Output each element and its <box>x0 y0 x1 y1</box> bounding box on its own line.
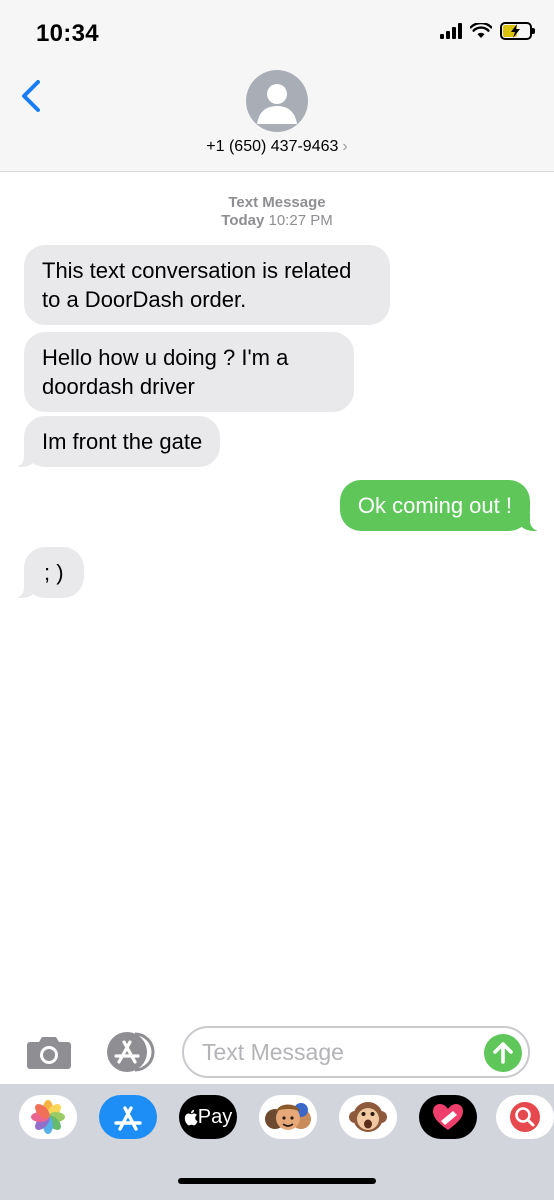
timestamp-day: Today <box>221 212 265 229</box>
conversation-header: 10:34 +1 (650) 437-9463 › <box>0 0 554 172</box>
send-button[interactable] <box>484 1034 522 1072</box>
search-images-icon[interactable] <box>496 1095 554 1139</box>
arrow-up-icon <box>493 1042 513 1064</box>
back-chevron-icon[interactable] <box>16 76 46 116</box>
timestamp-time: 10:27 PM <box>268 212 333 229</box>
incoming-message-bubble[interactable]: This text conversation is related to a D… <box>24 245 390 325</box>
apple-logo-icon <box>184 1109 198 1125</box>
message-text: Ok coming out ! <box>357 493 512 518</box>
message-text: Hello how u doing ? I'm a doordash drive… <box>42 345 289 399</box>
apple-pay-label: Pay <box>197 1105 233 1128</box>
contact-number: +1 (650) 437-9463 <box>206 138 339 155</box>
contact-avatar[interactable] <box>246 70 308 132</box>
message-input[interactable] <box>182 1026 530 1078</box>
status-icons <box>440 22 535 40</box>
incoming-message-bubble[interactable]: Hello how u doing ? I'm a doordash drive… <box>24 332 354 412</box>
message-text: ; ) <box>44 560 64 585</box>
wifi-icon <box>470 23 492 38</box>
contact-number-button[interactable]: +1 (650) 437-9463 › <box>0 138 554 156</box>
message-text: Im front the gate <box>42 429 203 454</box>
incoming-message-bubble[interactable]: Im front the gate <box>12 416 221 467</box>
conversation-meta: Text Message Today 10:27 PM <box>0 194 554 230</box>
status-time: 10:34 <box>36 20 99 47</box>
camera-icon[interactable] <box>26 1034 72 1070</box>
apple-pay-icon[interactable]: Pay <box>179 1095 237 1139</box>
home-indicator[interactable] <box>178 1178 376 1184</box>
service-label: Text Message <box>228 194 326 211</box>
outgoing-message-bubble[interactable]: Ok coming out ! <box>339 480 543 531</box>
app-store-button-icon[interactable] <box>103 1030 157 1074</box>
app-store-icon[interactable] <box>99 1095 157 1139</box>
incoming-message-bubble[interactable]: ; ) <box>13 547 84 598</box>
digital-touch-icon[interactable] <box>419 1095 477 1139</box>
memoji-icon[interactable] <box>259 1095 317 1139</box>
cellular-signal-icon <box>440 23 462 39</box>
contact-chevron-icon: › <box>342 138 348 155</box>
animoji-monkey-icon[interactable] <box>339 1095 397 1139</box>
message-text: This text conversation is related to a D… <box>42 258 352 312</box>
photos-icon[interactable] <box>19 1095 77 1139</box>
battery-charging-icon <box>500 22 535 40</box>
